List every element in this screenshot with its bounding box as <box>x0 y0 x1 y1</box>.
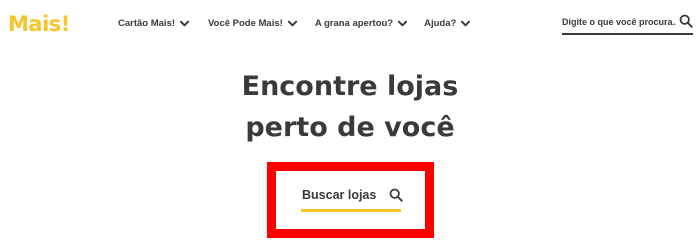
page-title-line-1: Encontre lojas <box>241 71 459 102</box>
find-stores-button[interactable]: Buscar lojas <box>301 185 404 213</box>
nav-item-a-grana-apertou[interactable]: A grana apertou? <box>314 18 408 29</box>
search-box <box>562 12 693 35</box>
nav-item-cartao-mais[interactable]: Cartão Mais! <box>118 18 190 29</box>
chevron-down-icon <box>461 20 471 27</box>
main-nav: Cartão Mais! Você Pode Mais! A grana ape… <box>118 18 471 29</box>
logo[interactable]: Mais! <box>8 12 70 36</box>
header: Mais! Cartão Mais! Você Pode Mais! A gra… <box>0 0 700 50</box>
chevron-down-icon <box>398 20 408 27</box>
search-icon[interactable] <box>679 14 693 28</box>
button-underline <box>301 209 401 212</box>
page-title: Encontre lojas perto de você <box>0 66 700 148</box>
chevron-down-icon <box>180 20 190 27</box>
nav-item-label: Você Pode Mais! <box>208 18 283 29</box>
chevron-down-icon <box>287 20 297 27</box>
nav-item-label: Ajuda? <box>424 18 457 29</box>
nav-item-ajuda[interactable]: Ajuda? <box>424 18 471 29</box>
find-stores-label: Buscar lojas <box>302 188 377 202</box>
page-title-line-2: perto de você <box>245 112 455 143</box>
nav-item-label: Cartão Mais! <box>118 18 176 29</box>
nav-item-voce-pode-mais[interactable]: Você Pode Mais! <box>208 18 297 29</box>
search-input[interactable] <box>562 14 678 30</box>
search-icon <box>389 188 403 202</box>
nav-item-label: A grana apertou? <box>314 18 394 29</box>
